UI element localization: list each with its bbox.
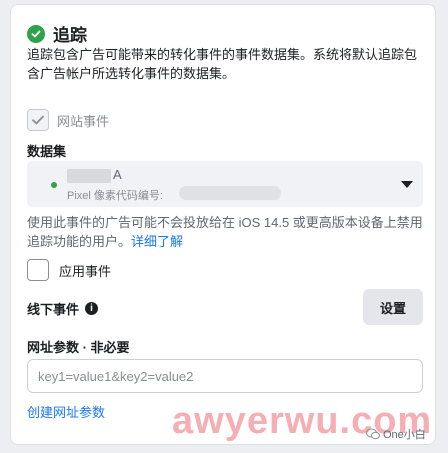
settings-button[interactable]: 设置: [363, 289, 423, 325]
dataset-name-redacted: [67, 169, 111, 183]
section-description: 追踪包含广告可能带来的转化事件的事件数据集。系统将默认追踪包含广告帐户所选转化事…: [27, 47, 418, 81]
ios-warning: 使用此事件的广告可能不会投放给在 iOS 14.5 或更高版本设备上禁用追踪功能…: [27, 213, 429, 251]
url-params-label: 网址参数 · 非必要: [27, 340, 130, 355]
pixel-id-redacted: [179, 186, 281, 200]
info-icon[interactable]: i: [85, 302, 99, 315]
status-dot: [51, 182, 57, 188]
offline-events-row: 线下事件 i: [27, 299, 99, 318]
tracking-card: 追踪 追踪包含广告可能带来的转化事件的事件数据集。系统将默认追踪包含广告帐户所选…: [10, 4, 436, 445]
app-events-checkbox[interactable]: [27, 259, 49, 281]
app-events-row: 应用事件: [27, 259, 111, 281]
website-events-checkbox[interactable]: [27, 109, 49, 131]
create-url-params-link[interactable]: 创建网址参数: [27, 402, 105, 421]
app-events-label: 应用事件: [59, 263, 112, 279]
check-circle-icon: [27, 24, 45, 43]
pixel-id-label: Pixel 像素代码编号:: [67, 190, 163, 202]
learn-more-link[interactable]: 详细了解: [131, 234, 183, 249]
dataset-label: 数据集: [27, 144, 67, 159]
section-title: 追踪: [53, 26, 87, 45]
ios-warning-text: 使用此事件的广告可能不会投放给在 iOS 14.5 或更高版本设备上禁用追踪功能…: [27, 215, 423, 249]
website-events-label: 网站事件: [57, 113, 110, 129]
offline-events-label: 线下事件: [27, 302, 80, 317]
dataset-name: A: [113, 167, 122, 182]
checkmark-icon: [32, 115, 44, 125]
website-events-row: 网站事件: [27, 109, 109, 131]
url-params-input[interactable]: [27, 359, 423, 393]
dataset-dropdown[interactable]: A Pixel 像素代码编号:: [27, 161, 423, 207]
section-header: 追踪: [27, 21, 87, 46]
caret-down-icon: [401, 181, 413, 188]
